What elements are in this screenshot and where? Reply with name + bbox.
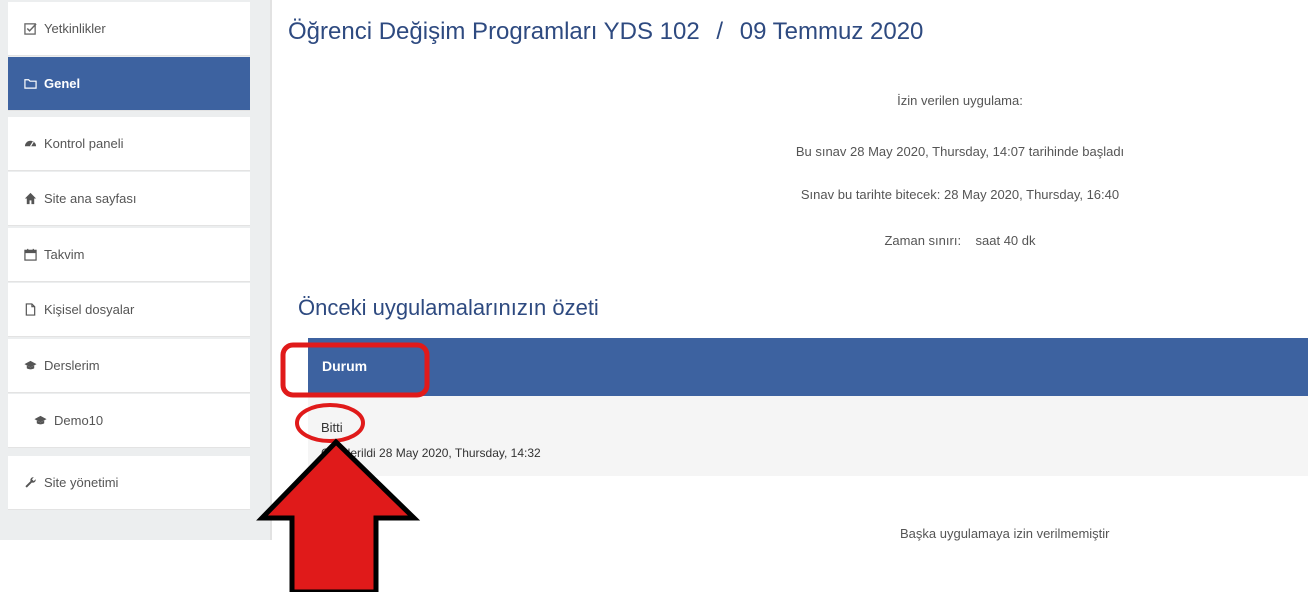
sidebar-item-demo10[interactable]: Demo10 (8, 394, 250, 448)
sidebar-item-label: Site yönetimi (44, 475, 119, 490)
quiz-end-text: Sınav bu tarihte bitecek: 28 May 2020, T… (800, 187, 1120, 202)
checkbox-icon (22, 21, 38, 37)
sidebar-item-site-yonetimi[interactable]: Site yönetimi (8, 456, 250, 510)
sidebar-item-label: Derslerim (44, 358, 100, 373)
sidebar-item-label: Kişisel dosyalar (44, 302, 135, 317)
no-more-attempts-text: Başka uygulamaya izin verilmemiştir (900, 526, 1110, 541)
sidebar-item-site-ana-sayfasi[interactable]: Site ana sayfası (8, 172, 250, 226)
sidebar-item-label: Genel (44, 76, 81, 91)
sidebar-item-label: Site ana sayfası (44, 191, 137, 206)
table-row: Bitti Gönderildi 28 May 2020, Thursday, … (308, 396, 1308, 476)
sidebar-item-label: Yetkinlikler (44, 21, 106, 36)
dashboard-icon (22, 136, 38, 152)
page-title: Öğrenci Değişim Programları YDS 102 / 09… (288, 18, 923, 46)
time-limit-text: Zaman sınırı: saat 40 dk (884, 233, 1036, 248)
sidebar-nav: Yetkinlikler Genel Kontrol paneli Site a… (0, 0, 270, 540)
sidebar-item-label: Kontrol paneli (44, 136, 124, 151)
attempt-submitted-date: Gönderildi 28 May 2020, Thursday, 14:32 (321, 446, 541, 460)
column-header-status: Durum (322, 358, 368, 374)
sidebar-item-label: Takvim (44, 247, 85, 262)
breadcrumb-quiz[interactable]: 09 Temmuz 2020 (740, 18, 924, 45)
attempt-status: Bitti (321, 420, 343, 435)
sidebar-item-takvim[interactable]: Takvim (8, 228, 250, 282)
summary-heading: Önceki uygulamalarınızın özeti (298, 295, 599, 320)
sidebar-item-derslerim[interactable]: Derslerim (8, 339, 250, 393)
sidebar-divider (270, 0, 272, 540)
sidebar-item-kontrol-paneli[interactable]: Kontrol paneli (8, 117, 250, 171)
breadcrumb-separator: / (716, 18, 724, 45)
file-icon (22, 302, 38, 318)
attempts-allowed-text: İzin verilen uygulama: (897, 93, 1023, 108)
breadcrumb-course[interactable]: Öğrenci Değişim Programları YDS 102 (288, 18, 700, 45)
graduation-cap-icon (32, 413, 48, 429)
sidebar-item-yetkinlikler[interactable]: Yetkinlikler (8, 2, 250, 56)
table-header: Durum (308, 338, 1308, 396)
wrench-icon (22, 475, 38, 491)
sidebar-item-kisisel-dosyalar[interactable]: Kişisel dosyalar (8, 283, 250, 337)
folder-icon (22, 76, 38, 92)
graduation-cap-icon (22, 358, 38, 374)
home-icon (22, 191, 38, 207)
quiz-start-text: Bu sınav 28 May 2020, Thursday, 14:07 ta… (795, 144, 1125, 159)
sidebar-item-label: Demo10 (54, 413, 104, 428)
sidebar-item-genel[interactable]: Genel (8, 57, 250, 111)
calendar-icon (22, 247, 38, 263)
